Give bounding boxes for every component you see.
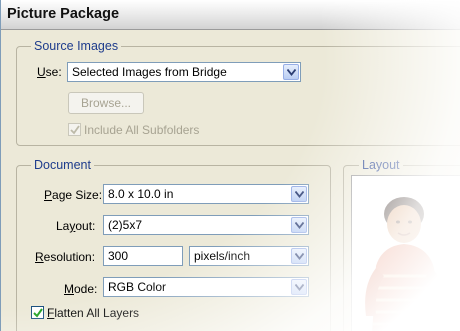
chevron-down-icon [291, 279, 307, 295]
flatten-layers-label: Flatten All Layers [47, 306, 140, 320]
resolution-unit-select[interactable]: pixels/inch [189, 246, 309, 266]
use-label: Use: [37, 65, 62, 79]
chevron-down-icon [291, 217, 307, 233]
checkmark-icon [33, 308, 43, 318]
source-images-legend: Source Images [31, 39, 122, 53]
layout-preview [351, 175, 460, 331]
layout-legend: Layout [359, 158, 403, 172]
include-subfolders-checkbox[interactable] [68, 123, 81, 136]
checkmark-icon [70, 125, 80, 135]
use-label-rest: se: [45, 65, 62, 79]
resolution-label: Resolution: [35, 250, 96, 264]
mode-value: RGB Color [108, 280, 167, 294]
browse-button[interactable]: Browse... [68, 92, 144, 114]
page-size-label: Page Size: [44, 188, 103, 202]
chevron-down-icon [283, 64, 299, 80]
title-bar[interactable]: Picture Package [1, 0, 460, 30]
mode-select[interactable]: RGB Color [103, 277, 309, 297]
resolution-unit-value: pixels/inch [194, 249, 251, 263]
page-size-select[interactable]: 8.0 x 10.0 in [103, 184, 309, 204]
page-size-value: 8.0 x 10.0 in [108, 187, 174, 201]
layout-label: Layout: [56, 219, 96, 233]
resolution-input[interactable] [108, 249, 188, 263]
mode-label: Mode: [64, 282, 98, 296]
chevron-down-icon [291, 248, 307, 264]
use-select[interactable]: Selected Images from Bridge [67, 62, 301, 82]
resolution-field[interactable] [103, 246, 188, 266]
window-title: Picture Package [7, 6, 120, 22]
document-legend: Document [31, 158, 94, 172]
layout-select[interactable]: (2)5x7 [103, 215, 309, 235]
flatten-layers-checkbox[interactable] [31, 306, 44, 319]
include-subfolders-label: Include All Subfolders [84, 123, 200, 137]
picture-package-dialog: Picture Package Source Images Use: Selec… [0, 0, 460, 331]
chevron-down-icon [291, 186, 307, 202]
layout-value: (2)5x7 [108, 218, 143, 232]
use-select-value: Selected Images from Bridge [72, 65, 227, 79]
child-photo-thumbnail [365, 197, 445, 331]
